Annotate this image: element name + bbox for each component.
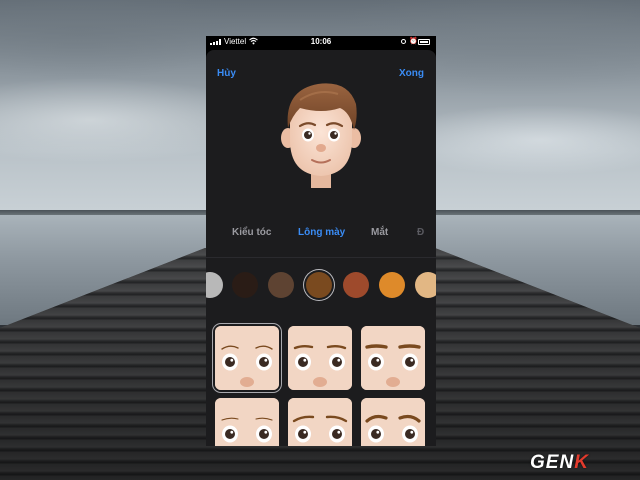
eyebrow-preview [288, 326, 352, 390]
color-swatch[interactable] [415, 272, 436, 298]
eyebrow-preview [215, 398, 279, 446]
color-swatch[interactable] [343, 272, 369, 298]
color-swatch[interactable] [268, 272, 294, 298]
color-swatch[interactable] [206, 272, 223, 298]
tab-eyes[interactable]: Mắt [371, 227, 388, 238]
alarm-icon: ⏰ [409, 38, 418, 45]
eyebrow-style-option[interactable] [288, 398, 352, 446]
cancel-button[interactable]: Hủy [217, 68, 236, 79]
eyebrow-preview [288, 398, 352, 446]
battery-icon [418, 39, 430, 45]
eyebrow-color-picker [206, 257, 436, 302]
feature-tabs: Kiểu tóc Lông mày Mắt Đ [206, 227, 436, 245]
memoji-avatar-preview [281, 83, 361, 188]
memoji-editor-sheet: Hủy Xong Kiểu tóc Lông mày Mắt Đ [206, 50, 436, 446]
color-swatch[interactable] [379, 272, 405, 298]
eyebrow-preview [215, 326, 279, 390]
eyebrow-style-grid [206, 310, 436, 446]
eyebrow-style-option[interactable] [288, 326, 352, 390]
eyebrow-style-option[interactable] [215, 326, 279, 390]
tab-eyebrows[interactable]: Lông mày [298, 227, 345, 238]
tab-hairstyle[interactable]: Kiểu tóc [232, 227, 271, 238]
eyebrow-style-option[interactable] [361, 326, 425, 390]
phone-screen: Viettel 10:06 ⏰ Hủy Xong Kiểu tóc Lông m… [206, 36, 436, 446]
eyebrow-style-option[interactable] [215, 398, 279, 446]
tab-next-partial[interactable]: Đ [417, 227, 424, 238]
done-button[interactable]: Xong [399, 68, 424, 79]
eyebrow-preview [361, 398, 425, 446]
orientation-lock-icon [401, 39, 406, 44]
eyebrow-style-option[interactable] [361, 398, 425, 446]
color-swatch[interactable] [232, 272, 258, 298]
eyebrow-preview [361, 326, 425, 390]
genk-watermark-logo: GENK [530, 452, 589, 473]
color-swatch[interactable] [306, 272, 332, 298]
status-bar: Viettel 10:06 ⏰ [206, 36, 436, 48]
